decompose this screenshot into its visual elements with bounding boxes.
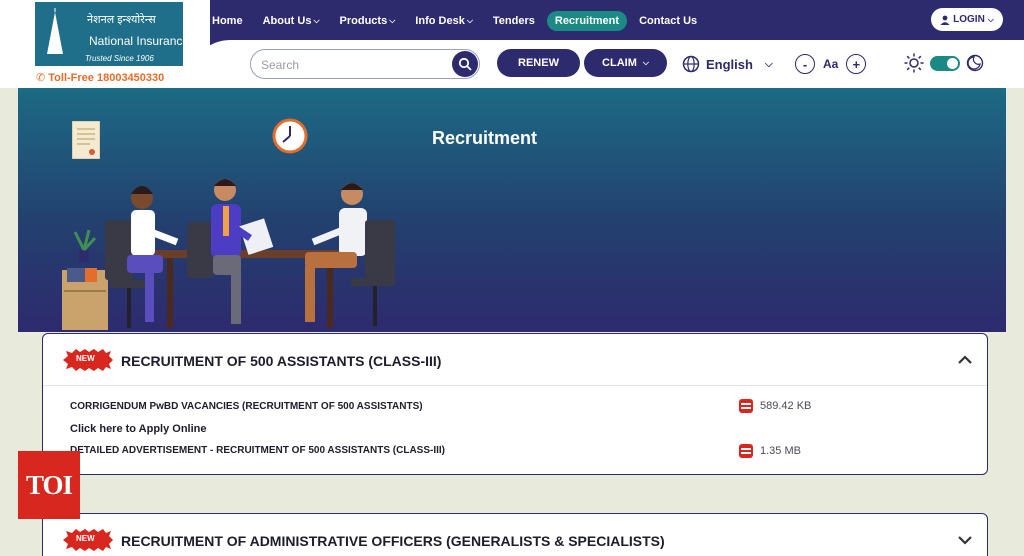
increase-font-button[interactable]: + [846,54,867,74]
nav-about-us[interactable]: About Us ⌵ [255,11,328,31]
nav-info-desk-label: Info Desk [415,15,465,27]
toi-logo: TOI [18,451,80,519]
recruitment-section-administrative-officers: NEW RECRUITMENT OF ADMINISTRATIVE OFFICE… [42,513,988,556]
nav-info-desk[interactable]: Info Desk ⌵ [407,11,481,31]
renew-button[interactable]: RENEW [497,49,580,77]
new-badge-label: NEW [76,534,95,543]
chevron-down-icon: ⌵ [987,14,994,24]
brand-tagline: Trusted Since 1906 [85,54,154,63]
apply-online-link[interactable]: Click here to Apply Online [70,423,207,435]
search-button[interactable] [452,51,478,77]
nav-recruitment-label: Recruitment [554,15,620,27]
nav-contact-us[interactable]: Contact Us [631,11,705,31]
document-link[interactable]: DETAILED ADVERTISEMENT - RECRUITMENT OF … [70,445,445,456]
login-button[interactable]: LOGIN ⌵ [931,8,1003,31]
claim-label: CLAIM [602,57,637,69]
chevron-down-icon: ⌵ [466,16,473,25]
chevron-down-icon: ⌵ [313,16,320,25]
chevron-down-icon: ⌵ [764,58,773,70]
nav-products-label: Products [339,15,388,27]
theme-switch[interactable] [904,53,984,73]
nav-home[interactable]: Home [204,11,251,31]
font-size-controls: - Aa + [795,54,867,74]
sun-icon [904,53,924,73]
brand-name: National Insurance [89,34,190,48]
file-size: 589.42 KB [760,400,812,412]
chevron-down-icon: ⌵ [642,58,649,67]
dark-mode-toggle[interactable] [930,55,960,71]
nav-tenders[interactable]: Tenders [485,11,543,31]
globe-icon [682,55,700,73]
brand-name-hindi: नेशनल इन्श्योरेन्स [87,14,156,26]
chevron-down-icon: ⌵ [389,16,396,25]
document-link[interactable]: CORRIGENDUM PwBD VACANCIES (RECRUITMENT … [70,401,423,412]
renew-label: RENEW [518,57,559,69]
nav-about-us-label: About Us [262,15,312,27]
language-label: English [706,56,753,72]
section-header[interactable]: NEW RECRUITMENT OF ADMINISTRATIVE OFFICE… [43,514,987,556]
pdf-icon[interactable] [738,443,754,459]
section-header[interactable]: NEW RECRUITMENT OF 500 ASSISTANTS (CLASS… [43,334,987,386]
recruitment-section-assistants: NEW RECRUITMENT OF 500 ASSISTANTS (CLASS… [42,333,988,475]
interview-illustration [62,179,395,330]
main-nav: Home About Us ⌵ Products ⌵ Info Desk ⌵ Tend… [204,10,709,32]
decrease-font-label: - [802,56,808,72]
search-input[interactable]: Search [250,49,480,79]
search-icon [458,57,472,71]
tollfree-number[interactable]: ✆ Toll-Free 18003450330 [36,71,164,84]
nav-contact-us-label: Contact Us [639,15,698,27]
moon-icon [966,54,984,72]
language-select[interactable]: English ⌵ [682,55,773,73]
nav-home-label: Home [212,15,243,27]
brand-logo[interactable]: नेशनल इन्श्योरेन्स National Insurance Tr… [35,2,189,66]
font-size-label[interactable]: Aa [823,57,838,71]
tollfree-label: Toll-Free 18003450330 [48,72,165,84]
new-badge-label: NEW [76,354,95,363]
section-title: RECRUITMENT OF ADMINISTRATIVE OFFICERS (… [121,533,665,549]
logo-mark-icon [47,8,63,54]
increase-font-label: + [852,56,861,72]
nav-products[interactable]: Products ⌵ [332,11,404,31]
chevron-up-icon[interactable] [957,352,973,368]
chevron-down-icon[interactable] [957,532,973,548]
nav-tenders-label: Tenders [492,15,535,27]
search-placeholder: Search [261,58,300,72]
login-label: LOGIN [953,14,985,25]
page-title: Recruitment [432,128,538,148]
user-icon [940,15,950,25]
phone-icon: ✆ [36,72,46,84]
file-size: 1.35 MB [760,445,801,457]
decrease-font-button[interactable]: - [795,54,815,74]
section-title: RECRUITMENT OF 500 ASSISTANTS (CLASS-III… [121,353,442,369]
claim-button[interactable]: CLAIM ⌵ [584,49,667,77]
nav-recruitment[interactable]: Recruitment [546,11,628,31]
pdf-icon[interactable] [738,398,754,414]
